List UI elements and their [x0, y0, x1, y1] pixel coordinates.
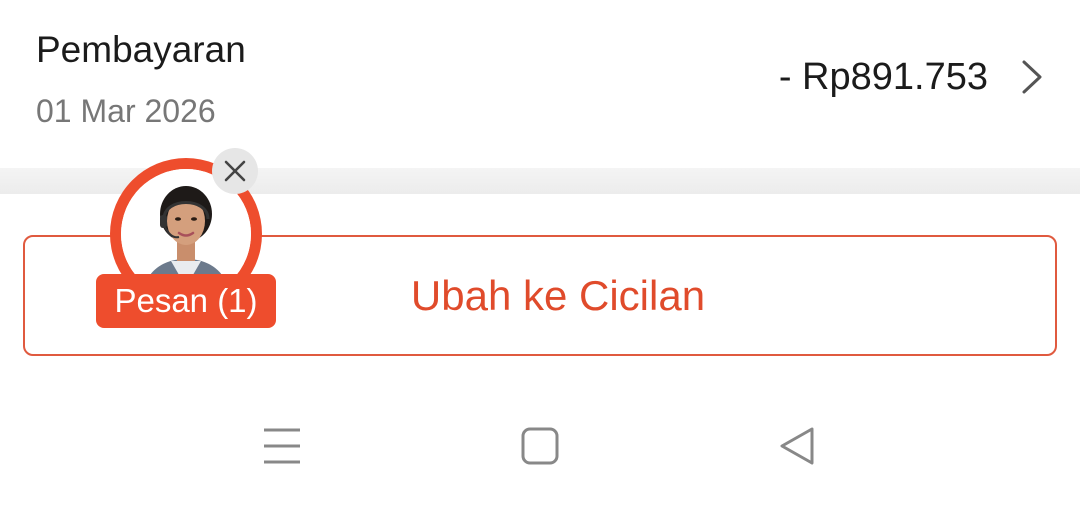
- chat-assistant-widget[interactable]: Pesan (1): [96, 146, 276, 330]
- close-icon: [224, 160, 246, 182]
- close-chat-widget-button[interactable]: [212, 148, 258, 194]
- transaction-date: 01 Mar 2026: [36, 93, 216, 129]
- chevron-right-icon[interactable]: [1014, 58, 1048, 96]
- back-icon[interactable]: [768, 420, 828, 476]
- transaction-title: Pembayaran: [36, 29, 246, 70]
- installment-button-label: Ubah ke Cicilan: [410, 271, 706, 319]
- transaction-row[interactable]: Pembayaran 01 Mar 2026 - Rp891.753: [0, 0, 1080, 168]
- menu-icon[interactable]: [252, 420, 312, 476]
- home-icon[interactable]: [510, 420, 570, 476]
- transaction-amount: - Rp891.753: [778, 56, 988, 98]
- messages-badge[interactable]: Pesan (1): [96, 274, 276, 328]
- screen: Pembayaran 01 Mar 2026 - Rp891.753 Ubah …: [0, 0, 1080, 509]
- system-navigation-bar: [0, 390, 1080, 509]
